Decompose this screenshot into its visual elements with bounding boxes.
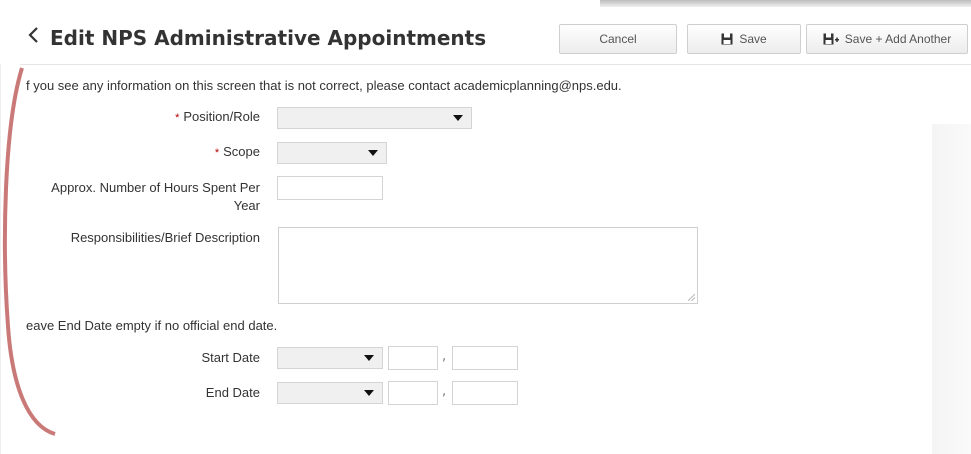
- start-date-label: Start Date: [201, 350, 260, 365]
- save-add-label: Save + Add Another: [844, 32, 952, 46]
- start-day-input[interactable]: [388, 346, 438, 370]
- end-year-input[interactable]: [452, 381, 518, 405]
- responsibilities-label: Responsibilities/Brief Description: [70, 230, 260, 245]
- side-panel-edge: [932, 124, 971, 454]
- window-shadow: [600, 0, 971, 7]
- dropdown-arrow-icon: [364, 355, 374, 361]
- dropdown-arrow-icon: [368, 150, 378, 156]
- start-year-input[interactable]: [452, 346, 518, 370]
- back-chevron-icon[interactable]: [27, 26, 39, 49]
- resize-handle-icon[interactable]: [688, 294, 695, 301]
- save-add-another-button[interactable]: Save + Add Another: [806, 24, 968, 54]
- end-date-label: End Date: [205, 385, 260, 400]
- position-role-label: * Position/Role: [120, 108, 260, 127]
- dropdown-arrow-icon: [364, 390, 374, 396]
- dropdown-arrow-icon: [453, 115, 463, 121]
- date-separator: ,: [442, 384, 447, 399]
- floppy-disk-icon: [721, 33, 733, 45]
- annotation-curve: [2, 67, 56, 436]
- date-separator: ,: [442, 349, 447, 364]
- end-date-note: eave End Date empty if no official end d…: [26, 318, 278, 333]
- save-label: Save: [739, 32, 767, 46]
- save-button[interactable]: Save: [687, 24, 801, 54]
- scope-select[interactable]: [277, 142, 387, 164]
- page-title: Edit NPS Administrative Appointments: [50, 26, 487, 50]
- responsibilities-textarea[interactable]: [278, 227, 698, 304]
- required-marker: *: [214, 147, 220, 159]
- left-border: [0, 64, 1, 454]
- hours-label: Approx. Number of Hours Spent Per Year: [24, 179, 260, 215]
- header: Edit NPS Administrative Appointments Can…: [0, 14, 971, 64]
- start-month-select[interactable]: [277, 347, 383, 369]
- cancel-button[interactable]: Cancel: [559, 24, 677, 54]
- header-divider: [20, 64, 971, 65]
- position-role-select[interactable]: [277, 107, 472, 129]
- floppy-disk-plus-icon: [823, 33, 839, 45]
- end-month-select[interactable]: [277, 382, 383, 404]
- info-notice: f you see any information on this screen…: [26, 78, 622, 93]
- end-day-input[interactable]: [388, 381, 438, 405]
- hours-label-line2: Year: [233, 198, 260, 213]
- cancel-label: Cancel: [599, 32, 637, 46]
- hours-input[interactable]: [277, 176, 383, 200]
- hours-label-line1: Approx. Number of Hours Spent Per: [51, 180, 260, 195]
- required-marker: *: [175, 112, 180, 124]
- position-role-text: Position/Role: [183, 109, 260, 124]
- scope-text: Scope: [223, 144, 260, 159]
- scope-label: * Scope: [120, 143, 260, 162]
